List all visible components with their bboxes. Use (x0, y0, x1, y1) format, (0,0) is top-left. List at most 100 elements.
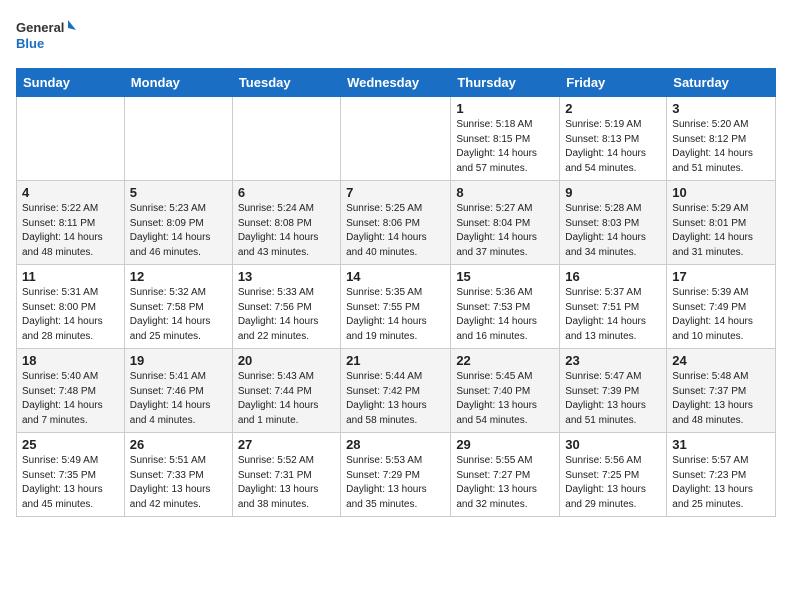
calendar-cell: 23 Sunrise: 5:47 AM Sunset: 7:39 PM Dayli… (560, 349, 667, 433)
day-number: 19 (130, 353, 227, 368)
day-info: Sunrise: 5:45 AM Sunset: 7:40 PM Dayligh… (456, 371, 537, 426)
svg-text:General: General (16, 20, 64, 35)
calendar-cell (17, 97, 125, 181)
calendar-cell: 29 Sunrise: 5:55 AM Sunset: 7:27 PM Dayli… (451, 433, 560, 517)
weekday-header-row: SundayMondayTuesdayWednesdayThursdayFrid… (17, 69, 776, 97)
day-number: 29 (456, 437, 554, 452)
calendar-cell: 25 Sunrise: 5:49 AM Sunset: 7:35 PM Dayli… (17, 433, 125, 517)
day-info: Sunrise: 5:48 AM Sunset: 7:37 PM Dayligh… (672, 371, 753, 426)
day-info: Sunrise: 5:22 AM Sunset: 8:11 PM Dayligh… (22, 203, 103, 258)
day-number: 28 (346, 437, 445, 452)
day-number: 18 (22, 353, 119, 368)
calendar-cell (341, 97, 451, 181)
day-number: 14 (346, 269, 445, 284)
calendar-cell: 30Sunrise: 5:56 AM Sunset: 7:25 PM Dayli… (560, 433, 667, 517)
day-number: 24 (672, 353, 770, 368)
day-number: 17 (672, 269, 770, 284)
calendar-cell: 4 Sunrise: 5:22 AM Sunset: 8:11 PM Daylig… (17, 181, 125, 265)
weekday-header-friday: Friday (560, 69, 667, 97)
day-info: Sunrise: 5:19 AM Sunset: 8:13 PM Dayligh… (565, 119, 646, 174)
calendar-cell: 26 Sunrise: 5:51 AM Sunset: 7:33 PM Dayli… (124, 433, 232, 517)
calendar-week-row: 11 Sunrise: 5:31 AM Sunset: 8:00 PM Dayli… (17, 265, 776, 349)
day-number: 7 (346, 185, 445, 200)
day-info: Sunrise: 5:49 AM Sunset: 7:35 PM Dayligh… (22, 455, 103, 510)
calendar-cell: 28Sunrise: 5:53 AM Sunset: 7:29 PM Dayli… (341, 433, 451, 517)
day-info: Sunrise: 5:20 AM Sunset: 8:12 PM Dayligh… (672, 119, 753, 174)
day-number: 30 (565, 437, 661, 452)
calendar-cell: 14 Sunrise: 5:35 AM Sunset: 7:55 PM Dayli… (341, 265, 451, 349)
day-number: 20 (238, 353, 335, 368)
calendar-week-row: 1Sunrise: 5:18 AM Sunset: 8:15 PM Daylig… (17, 97, 776, 181)
day-number: 4 (22, 185, 119, 200)
day-number: 31 (672, 437, 770, 452)
calendar-cell: 3 Sunrise: 5:20 AM Sunset: 8:12 PM Daylig… (667, 97, 776, 181)
logo-svg: General Blue (16, 16, 76, 58)
calendar-cell: 17 Sunrise: 5:39 AM Sunset: 7:49 PM Dayli… (667, 265, 776, 349)
day-info: Sunrise: 5:51 AM Sunset: 7:33 PM Dayligh… (130, 455, 211, 510)
calendar-week-row: 25 Sunrise: 5:49 AM Sunset: 7:35 PM Dayli… (17, 433, 776, 517)
day-info: Sunrise: 5:31 AM Sunset: 8:00 PM Dayligh… (22, 287, 103, 342)
day-info: Sunrise: 5:44 AM Sunset: 7:42 PM Dayligh… (346, 371, 427, 426)
day-number: 26 (130, 437, 227, 452)
day-number: 9 (565, 185, 661, 200)
calendar-cell: 27Sunrise: 5:52 AM Sunset: 7:31 PM Dayli… (232, 433, 340, 517)
calendar-cell: 1Sunrise: 5:18 AM Sunset: 8:15 PM Daylig… (451, 97, 560, 181)
day-number: 8 (456, 185, 554, 200)
calendar-cell (232, 97, 340, 181)
day-number: 16 (565, 269, 661, 284)
day-number: 10 (672, 185, 770, 200)
page-header: General Blue (16, 16, 776, 58)
calendar-cell: 22Sunrise: 5:45 AM Sunset: 7:40 PM Dayli… (451, 349, 560, 433)
calendar-table: SundayMondayTuesdayWednesdayThursdayFrid… (16, 68, 776, 517)
day-info: Sunrise: 5:29 AM Sunset: 8:01 PM Dayligh… (672, 203, 753, 258)
weekday-header-thursday: Thursday (451, 69, 560, 97)
day-info: Sunrise: 5:24 AM Sunset: 8:08 PM Dayligh… (238, 203, 319, 258)
calendar-week-row: 4 Sunrise: 5:22 AM Sunset: 8:11 PM Daylig… (17, 181, 776, 265)
weekday-header-tuesday: Tuesday (232, 69, 340, 97)
calendar-cell: 12Sunrise: 5:32 AM Sunset: 7:58 PM Dayli… (124, 265, 232, 349)
day-info: Sunrise: 5:52 AM Sunset: 7:31 PM Dayligh… (238, 455, 319, 510)
weekday-header-sunday: Sunday (17, 69, 125, 97)
day-number: 6 (238, 185, 335, 200)
day-info: Sunrise: 5:47 AM Sunset: 7:39 PM Dayligh… (565, 371, 646, 426)
calendar-cell: 20Sunrise: 5:43 AM Sunset: 7:44 PM Dayli… (232, 349, 340, 433)
day-info: Sunrise: 5:40 AM Sunset: 7:48 PM Dayligh… (22, 371, 103, 426)
calendar-cell: 16 Sunrise: 5:37 AM Sunset: 7:51 PM Dayli… (560, 265, 667, 349)
calendar-cell: 19 Sunrise: 5:41 AM Sunset: 7:46 PM Dayli… (124, 349, 232, 433)
calendar-cell: 11 Sunrise: 5:31 AM Sunset: 8:00 PM Dayli… (17, 265, 125, 349)
day-info: Sunrise: 5:37 AM Sunset: 7:51 PM Dayligh… (565, 287, 646, 342)
day-info: Sunrise: 5:41 AM Sunset: 7:46 PM Dayligh… (130, 371, 211, 426)
day-info: Sunrise: 5:25 AM Sunset: 8:06 PM Dayligh… (346, 203, 427, 258)
calendar-cell (124, 97, 232, 181)
day-number: 21 (346, 353, 445, 368)
svg-text:Blue: Blue (16, 36, 44, 51)
day-info: Sunrise: 5:39 AM Sunset: 7:49 PM Dayligh… (672, 287, 753, 342)
day-info: Sunrise: 5:55 AM Sunset: 7:27 PM Dayligh… (456, 455, 537, 510)
calendar-cell: 18 Sunrise: 5:40 AM Sunset: 7:48 PM Dayli… (17, 349, 125, 433)
calendar-week-row: 18 Sunrise: 5:40 AM Sunset: 7:48 PM Dayli… (17, 349, 776, 433)
day-info: Sunrise: 5:57 AM Sunset: 7:23 PM Dayligh… (672, 455, 753, 510)
day-info: Sunrise: 5:23 AM Sunset: 8:09 PM Dayligh… (130, 203, 211, 258)
day-number: 25 (22, 437, 119, 452)
day-number: 11 (22, 269, 119, 284)
weekday-header-monday: Monday (124, 69, 232, 97)
weekday-header-wednesday: Wednesday (341, 69, 451, 97)
day-number: 13 (238, 269, 335, 284)
calendar-cell: 10 Sunrise: 5:29 AM Sunset: 8:01 PM Dayli… (667, 181, 776, 265)
day-number: 3 (672, 101, 770, 116)
day-number: 1 (456, 101, 554, 116)
calendar-cell: 6 Sunrise: 5:24 AM Sunset: 8:08 PM Daylig… (232, 181, 340, 265)
day-info: Sunrise: 5:27 AM Sunset: 8:04 PM Dayligh… (456, 203, 537, 258)
calendar-cell: 2 Sunrise: 5:19 AM Sunset: 8:13 PM Daylig… (560, 97, 667, 181)
calendar-cell: 9Sunrise: 5:28 AM Sunset: 8:03 PM Daylig… (560, 181, 667, 265)
day-number: 2 (565, 101, 661, 116)
day-number: 5 (130, 185, 227, 200)
calendar-cell: 15Sunrise: 5:36 AM Sunset: 7:53 PM Dayli… (451, 265, 560, 349)
day-info: Sunrise: 5:32 AM Sunset: 7:58 PM Dayligh… (130, 287, 211, 342)
calendar-cell: 21 Sunrise: 5:44 AM Sunset: 7:42 PM Dayli… (341, 349, 451, 433)
day-info: Sunrise: 5:35 AM Sunset: 7:55 PM Dayligh… (346, 287, 427, 342)
weekday-header-saturday: Saturday (667, 69, 776, 97)
day-number: 23 (565, 353, 661, 368)
calendar-cell: 8 Sunrise: 5:27 AM Sunset: 8:04 PM Daylig… (451, 181, 560, 265)
calendar-cell: 5 Sunrise: 5:23 AM Sunset: 8:09 PM Daylig… (124, 181, 232, 265)
